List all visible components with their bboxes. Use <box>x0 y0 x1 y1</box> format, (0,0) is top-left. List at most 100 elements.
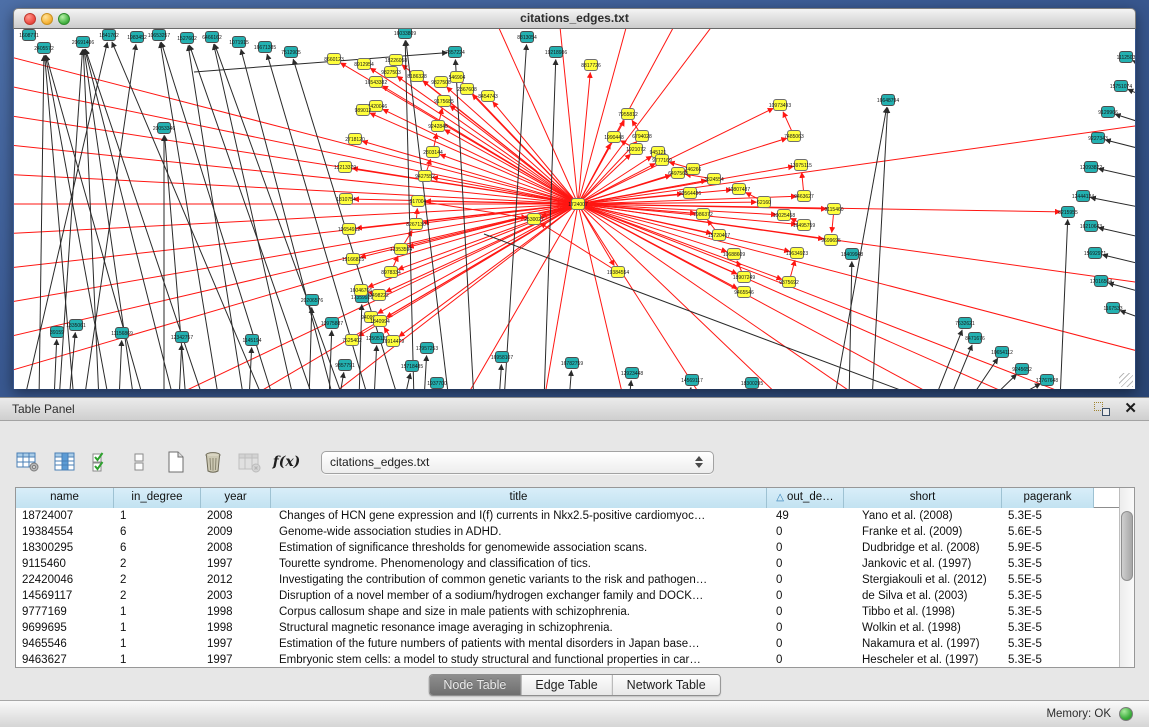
graph-node-label: 16914479 <box>382 339 404 345</box>
table-settings-button[interactable] <box>15 449 40 475</box>
graph-edge <box>578 204 782 279</box>
delete-table-button-disabled[interactable] <box>237 449 262 475</box>
tab-network-table[interactable]: Network Table <box>613 675 720 695</box>
unselect-columns-button[interactable] <box>126 449 151 475</box>
graph-node-label: 8912954 <box>354 62 374 68</box>
graph-node-label: 10973493 <box>769 103 791 109</box>
table-row[interactable]: 969969511998Structural magnetic resonanc… <box>16 620 1134 636</box>
graph-edge <box>404 373 410 389</box>
table-cell: 0 <box>767 524 844 540</box>
graph-node-label: 12444134 <box>1072 194 1094 200</box>
column-header-year[interactable]: year <box>201 488 271 508</box>
table-cell: 1 <box>114 620 201 636</box>
graph-node-label: 6466162 <box>202 35 222 41</box>
show-column-button[interactable] <box>52 449 77 475</box>
network-graph[interactable]: 1724007160877124055722069140618417621983… <box>14 29 1135 389</box>
graph-edge <box>1133 60 1135 69</box>
close-panel-icon[interactable]: ✕ <box>1124 402 1137 416</box>
table-cell: 5.3E-5 <box>1002 652 1094 668</box>
graph-node-label: 15718485 <box>401 364 423 370</box>
table-row[interactable]: 1830029562008Estimation of significance … <box>16 540 1134 556</box>
column-header-short[interactable]: short <box>844 488 1002 508</box>
window-minimize-button[interactable] <box>41 13 53 25</box>
table-row[interactable]: 911546021997Tourette syndrome. Phenomeno… <box>16 556 1134 572</box>
table-cell: 18724007 <box>16 508 114 524</box>
resize-grip-icon[interactable] <box>1119 373 1133 387</box>
float-panel-icon[interactable] <box>1094 402 1110 416</box>
column-header-title[interactable]: title <box>271 488 767 508</box>
table-cell: 1998 <box>201 604 271 620</box>
table-cell: Disruption of a novel member of a sodium… <box>271 588 767 604</box>
table-cell: Tourette syndrome. Phenomenology and cla… <box>271 556 767 572</box>
table-row[interactable]: 1872400712008Changes of HCN gene express… <box>16 508 1134 524</box>
table-cell: Wolkin et al. (1998) <box>844 620 1002 636</box>
graph-node-label: 16033809 <box>394 31 416 37</box>
graph-edge <box>309 307 312 389</box>
select-columns-button[interactable] <box>89 449 114 475</box>
vertical-scrollbar[interactable] <box>1119 488 1134 667</box>
graph-node-label: 1608771 <box>19 33 39 39</box>
column-header-out_de[interactable]: △out_de… <box>767 488 844 508</box>
graph-edge <box>249 347 252 389</box>
table-cell: 2003 <box>201 588 271 604</box>
table-cell: 2008 <box>201 508 271 524</box>
function-builder-button[interactable]: f(x) <box>274 449 299 475</box>
combo-stepper-icon <box>695 456 705 468</box>
tab-edge-table[interactable]: Edge Table <box>521 675 612 695</box>
float-icon-front-square <box>1102 408 1110 416</box>
create-column-button[interactable] <box>163 449 188 475</box>
graph-nodes[interactable]: 1724007160877124055722069140618417621983… <box>19 29 1135 389</box>
table-row[interactable]: 946554611997Estimation of the future num… <box>16 636 1134 652</box>
table-cell: 0 <box>767 556 844 572</box>
scrollbar-thumb[interactable] <box>1121 511 1133 581</box>
table-cell: 5.3E-5 <box>1002 636 1094 652</box>
graph-edge <box>45 55 74 389</box>
table-selector[interactable]: citations_edges.txt <box>321 451 714 474</box>
unselect-columns-icon <box>131 451 147 473</box>
graph-node-label: 16648794 <box>877 98 899 104</box>
table-row[interactable]: 1938455462009Genome-wide association stu… <box>16 524 1134 540</box>
table-cell: 2009 <box>201 524 271 540</box>
table-cell: 5.3E-5 <box>1002 508 1094 524</box>
graph-node-label: 9375692 <box>779 280 799 286</box>
graph-edge <box>383 109 578 204</box>
table-cell: 1 <box>114 652 201 668</box>
table-row[interactable]: 946362711997Embryonic stem cells: a mode… <box>16 652 1134 668</box>
graph-node-label: 8978334 <box>381 270 401 276</box>
graph-node-label: 8660123 <box>324 57 344 63</box>
graph-edge <box>1098 169 1135 180</box>
graph-node-label: 62160 <box>757 200 771 206</box>
graph-node-label: 1810754 <box>336 197 356 203</box>
network-canvas[interactable]: 1724007160877124055722069140618417621983… <box>14 29 1135 389</box>
column-header-pagerank[interactable]: pagerank <box>1002 488 1094 508</box>
table-row[interactable]: 977716911998Corpus callosum shape and si… <box>16 604 1134 620</box>
graph-edge <box>46 55 144 389</box>
graph-node-label: 16782759 <box>561 361 583 367</box>
window-titlebar[interactable]: citations_edges.txt <box>13 8 1136 29</box>
graph-node-label: 10654912 <box>338 227 360 233</box>
tab-node-table[interactable]: Node Table <box>429 675 521 695</box>
delete-columns-button[interactable] <box>200 449 225 475</box>
graph-node-label: 20564486 <box>679 191 701 197</box>
table-cell: Structural magnetic resonance image aver… <box>271 620 767 636</box>
column-header-in_degree[interactable]: in_degree <box>114 488 201 508</box>
graph-node-label: 16543382 <box>365 80 387 86</box>
graph-edge <box>578 204 1135 354</box>
graph-node-label: 18300295 <box>741 381 763 387</box>
window-close-button[interactable] <box>24 13 36 25</box>
graph-node-label: 6794028 <box>632 134 652 140</box>
graph-edge <box>85 49 174 389</box>
graph-edge <box>1102 255 1135 266</box>
table-row[interactable]: 1456911722003Disruption of a novel membe… <box>16 588 1134 604</box>
graph-node-label: 12213379 <box>334 165 356 171</box>
graph-node-label: 16958107 <box>491 355 513 361</box>
column-header-name[interactable]: name <box>16 488 114 508</box>
graph-edge <box>989 374 1017 389</box>
graph-node-label: 17957253 <box>416 346 438 352</box>
graph-edge <box>445 130 578 204</box>
graph-edge <box>872 107 888 389</box>
table-row[interactable]: 2242004622012Investigating the contribut… <box>16 572 1134 588</box>
graph-node-label: 2405572 <box>34 46 54 52</box>
window-zoom-button[interactable] <box>58 13 70 25</box>
graph-node-label: 17016504 <box>1090 279 1112 285</box>
